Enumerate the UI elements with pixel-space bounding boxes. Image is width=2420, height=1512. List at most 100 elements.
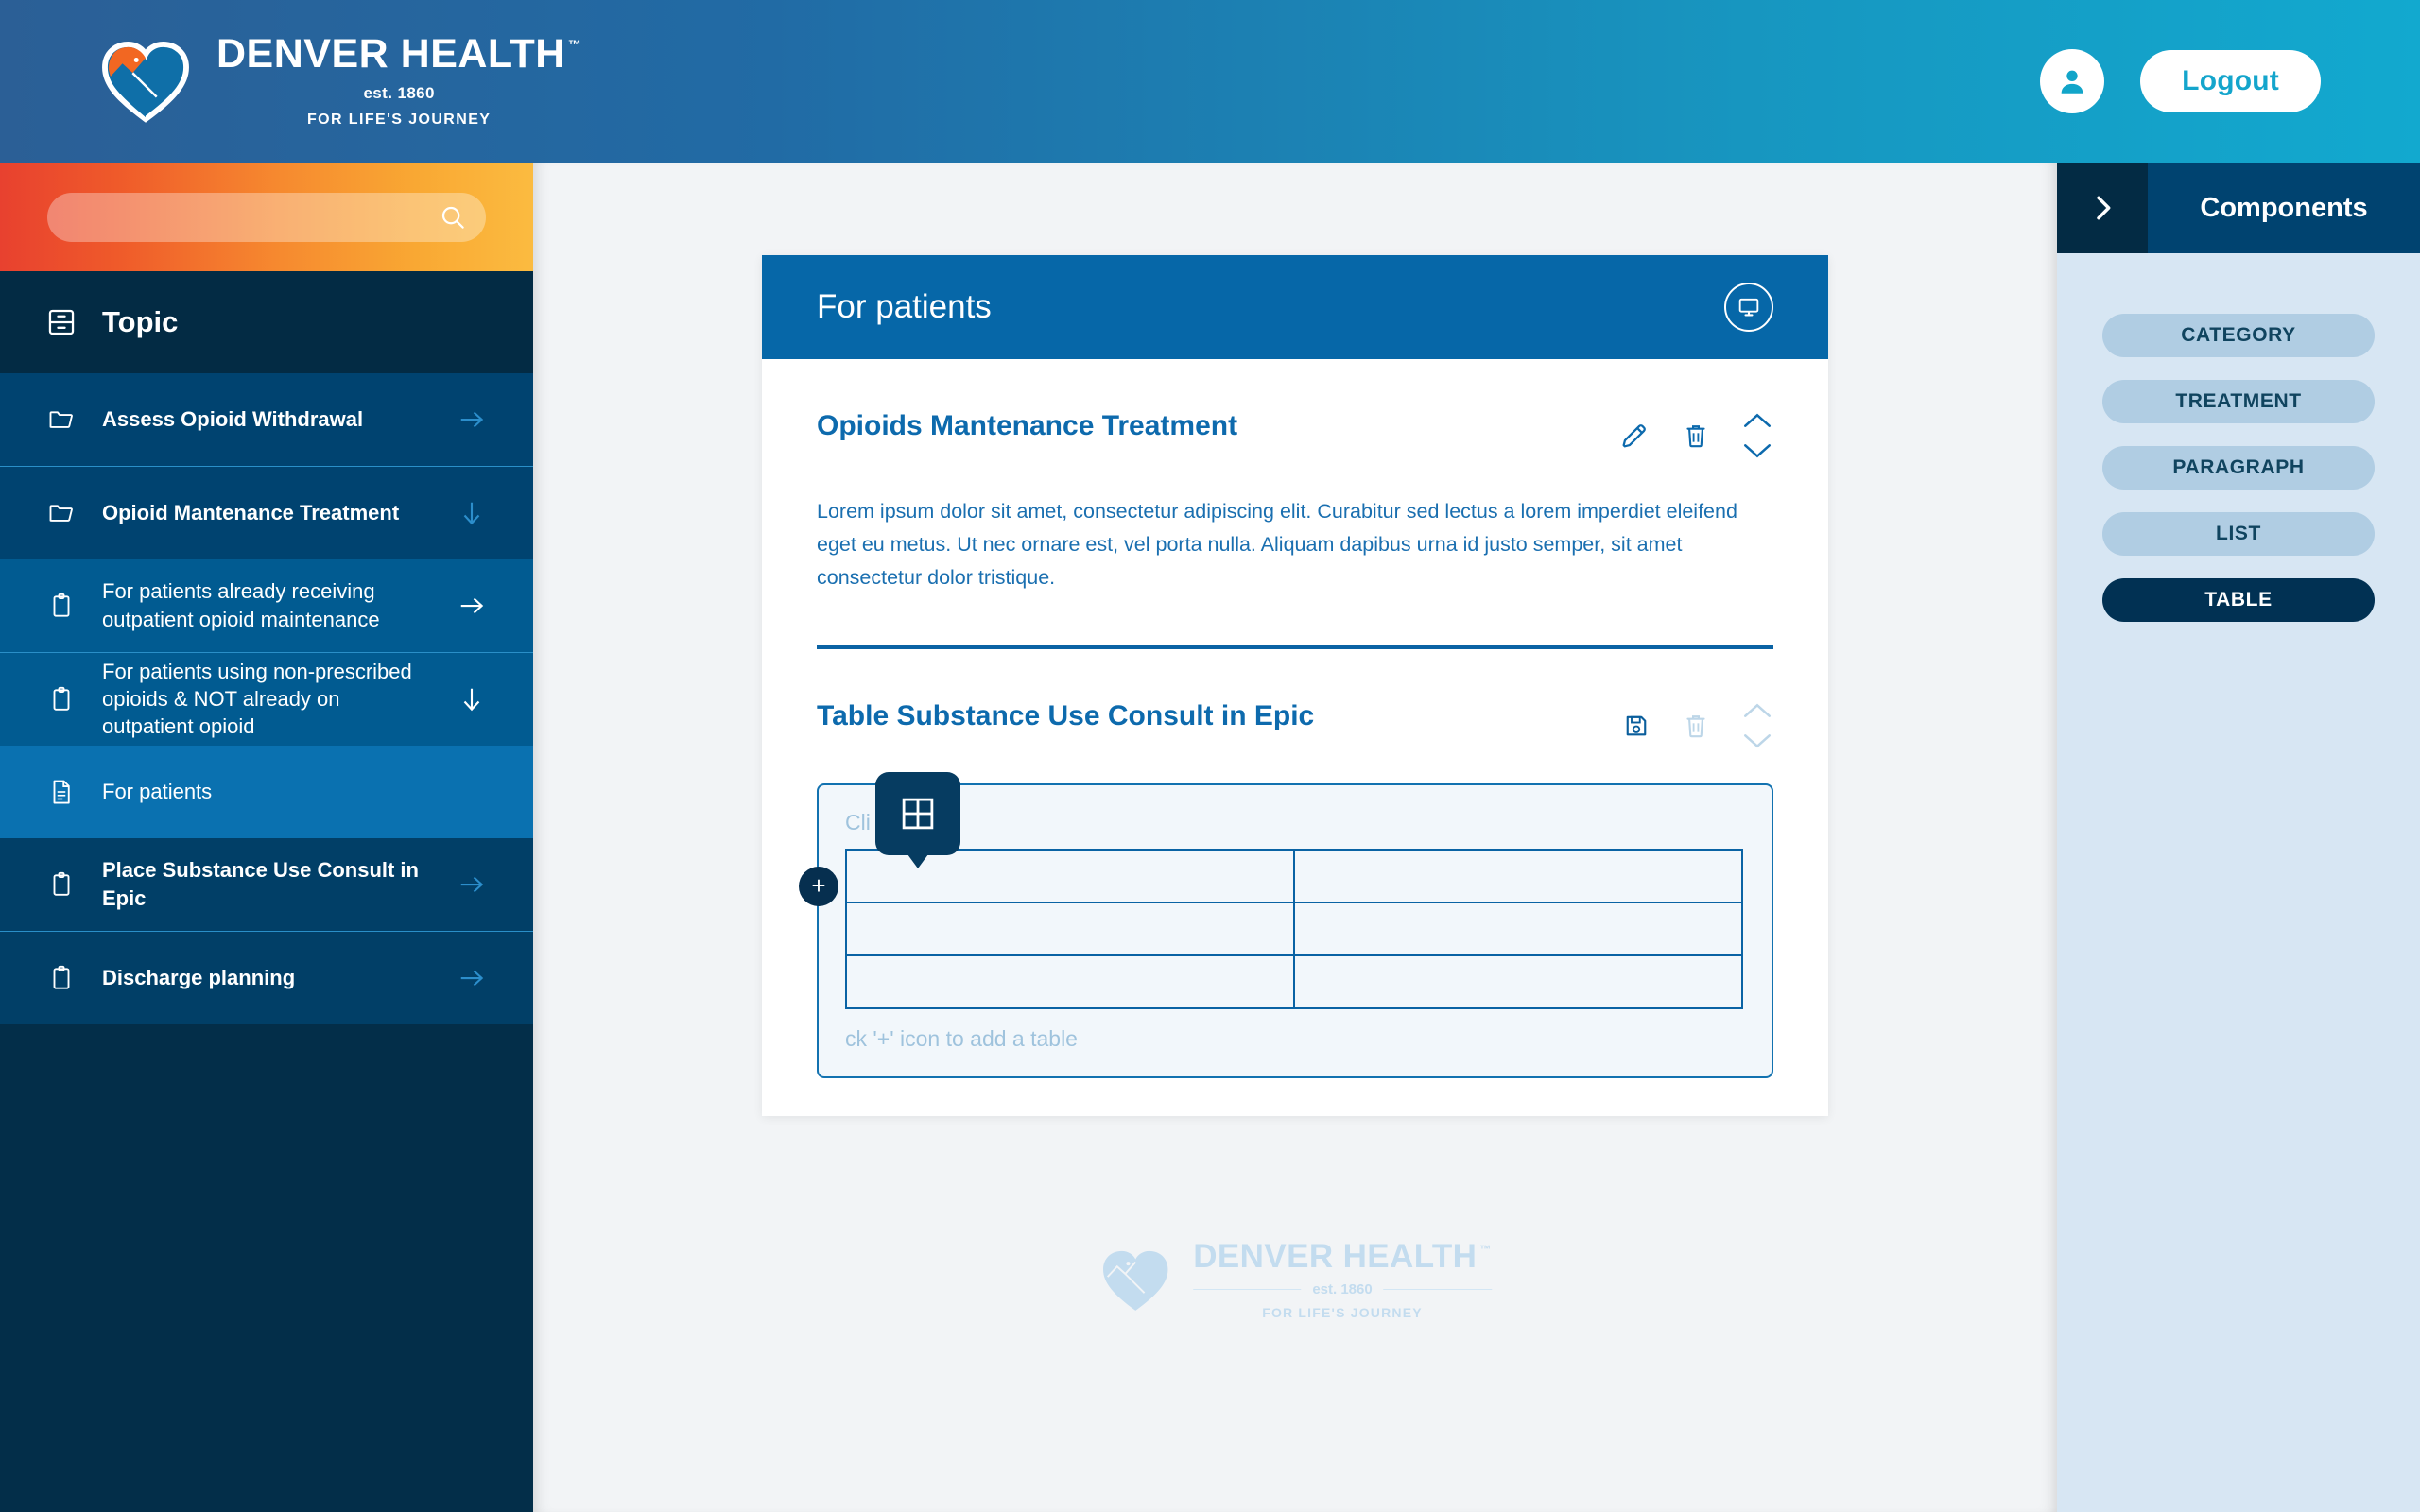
- header-actions: Logout: [2040, 49, 2420, 113]
- table-cell[interactable]: [1293, 849, 1743, 904]
- pencil-edit-icon[interactable]: [1618, 420, 1651, 452]
- main-content-area: For patients Opioids Mantenance Treatmen…: [533, 163, 2057, 1512]
- trash-delete-icon[interactable]: [1681, 421, 1711, 451]
- block-title: Opioids Mantenance Treatment: [817, 410, 1238, 441]
- left-sidebar: Topic Assess Opioid Withdrawal Opioid Ma…: [0, 163, 533, 1512]
- block-header: Opioids Mantenance Treatment: [817, 410, 1773, 459]
- arrow-right-icon[interactable]: [456, 592, 488, 620]
- arrow-right-icon[interactable]: [456, 964, 488, 992]
- table-cell[interactable]: [1293, 902, 1743, 957]
- arrow-down-icon[interactable]: [456, 499, 488, 527]
- components-panel: Components CATEGORY TREATMENT PARAGRAPH …: [2057, 163, 2420, 1512]
- user-icon: [2061, 70, 2083, 94]
- card-header: For patients: [762, 255, 1828, 359]
- rule-right: [1383, 1289, 1492, 1290]
- table-cell[interactable]: [1293, 954, 1743, 1010]
- watermark-established: est. 1860: [1193, 1281, 1492, 1297]
- table-cell[interactable]: [845, 902, 1295, 957]
- folder-icon: [45, 499, 78, 527]
- trash-delete-icon: [1681, 711, 1711, 741]
- topic-header-label: Topic: [102, 305, 179, 338]
- logout-button[interactable]: Logout: [2140, 50, 2321, 112]
- denver-health-heart-icon: [1103, 1250, 1168, 1311]
- component-chip-paragraph[interactable]: PARAGRAPH: [2102, 446, 2375, 490]
- sidebar-item-label: Discharge planning: [102, 965, 296, 989]
- content-block-table: Table Substance Use Consult in Epic + Cl…: [762, 649, 1828, 1079]
- clipboard-icon: [45, 964, 78, 992]
- panel-title: Components: [2200, 192, 2368, 223]
- search-icon[interactable]: [439, 203, 467, 232]
- denver-health-heart-icon: [102, 41, 189, 123]
- brand-logo: DENVER HEALTH ™ est. 1860 FOR LIFE'S JOU…: [0, 34, 582, 129]
- table-dropzone[interactable]: + Cli ck '+' icon to add a table: [799, 772, 1773, 1079]
- brand-name: DENVER HEALTH ™: [216, 34, 581, 75]
- table-grid-icon: [902, 799, 934, 830]
- move-up-down-icon[interactable]: [1741, 412, 1773, 459]
- sidebar-item-opioid-mantenance-treatment[interactable]: Opioid Mantenance Treatment: [0, 467, 533, 559]
- table-row: [845, 954, 1743, 1010]
- table-cell[interactable]: [845, 954, 1295, 1010]
- sidebar-item-for-patients-already-receiving[interactable]: For patients already receiving outpatien…: [0, 559, 533, 652]
- table-row: [845, 902, 1743, 957]
- watermark-name: DENVER HEALTH ™: [1193, 1240, 1492, 1273]
- block-title: Table Substance Use Consult in Epic: [817, 700, 1315, 732]
- monitor-preview-button[interactable]: [1724, 283, 1773, 332]
- watermark-est-text: est. 1860: [1312, 1281, 1373, 1297]
- chevron-right-icon: [2097, 196, 2111, 220]
- component-chip-list[interactable]: LIST: [2102, 512, 2375, 556]
- archive-cabinet-icon: [48, 309, 75, 335]
- sidebar-item-label: For patients: [102, 779, 213, 803]
- topic-card: For patients Opioids Mantenance Treatmen…: [762, 255, 1828, 1117]
- page-title: For patients: [817, 288, 992, 325]
- components-panel-header: Components: [2057, 163, 2420, 253]
- block-toolbar: [1618, 410, 1773, 459]
- clipboard-icon: [45, 685, 78, 713]
- arrow-right-icon[interactable]: [456, 405, 488, 434]
- clipboard-icon: [45, 592, 78, 620]
- move-up-down-icon: [1741, 702, 1773, 749]
- components-chip-list: CATEGORY TREATMENT PARAGRAPH LIST TABLE: [2057, 253, 2420, 622]
- sidebar-search-bar: [0, 163, 533, 271]
- sidebar-item-for-patients-non-prescribed[interactable]: For patients using non-prescribed opioid…: [0, 653, 533, 746]
- brand-est-text: est. 1860: [363, 84, 435, 102]
- folder-icon: [45, 405, 78, 434]
- rule-left: [1193, 1289, 1302, 1290]
- save-disk-icon[interactable]: [1622, 712, 1651, 740]
- sidebar-item-label: Assess Opioid Withdrawal: [102, 406, 364, 431]
- document-icon: [45, 778, 78, 806]
- sidebar-item-assess-opioid-withdrawal[interactable]: Assess Opioid Withdrawal: [0, 373, 533, 466]
- watermark-tagline: FOR LIFE'S JOURNEY: [1262, 1305, 1423, 1320]
- clipboard-icon: [45, 870, 78, 899]
- sidebar-item-for-patients[interactable]: For patients: [0, 746, 533, 838]
- component-chip-table[interactable]: TABLE: [2102, 578, 2375, 622]
- sidebar-item-label: Opioid Mantenance Treatment: [102, 500, 400, 524]
- add-table-button[interactable]: +: [799, 867, 838, 907]
- sidebar-item-label: For patients already receiving outpatien…: [102, 579, 380, 631]
- table-row: [845, 849, 1743, 904]
- sidebar-item-discharge-planning[interactable]: Discharge planning: [0, 932, 533, 1024]
- component-chip-treatment[interactable]: TREATMENT: [2102, 380, 2375, 423]
- arrow-down-icon[interactable]: [456, 685, 488, 713]
- table-placeholder: [845, 849, 1743, 1010]
- content-block-paragraph: Opioids Mantenance Treatment Lorem ipsum…: [762, 359, 1828, 650]
- panel-title-bar: Components: [2148, 163, 2420, 253]
- block-toolbar: [1622, 700, 1773, 749]
- search-field[interactable]: [47, 192, 486, 242]
- block-header: Table Substance Use Consult in Epic: [817, 700, 1773, 749]
- monitor-icon: [1738, 298, 1759, 317]
- dropzone-hint-top: Cli: [845, 810, 871, 835]
- app-header: DENVER HEALTH ™ est. 1860 FOR LIFE'S JOU…: [0, 0, 2420, 163]
- component-chip-category[interactable]: CATEGORY: [2102, 314, 2375, 357]
- arrow-right-icon[interactable]: [456, 870, 488, 899]
- block-paragraph-text: Lorem ipsum dolor sit amet, consectetur …: [817, 500, 1737, 589]
- sidebar-item-place-substance-use-consult[interactable]: Place Substance Use Consult in Epic: [0, 838, 533, 931]
- panel-collapse-button[interactable]: [2057, 163, 2148, 253]
- trademark-symbol: ™: [567, 37, 582, 52]
- search-input[interactable]: [66, 204, 439, 230]
- sidebar-item-label: Place Substance Use Consult in Epic: [102, 858, 419, 910]
- user-account-button[interactable]: [2040, 49, 2105, 113]
- brand-name-text: DENVER HEALTH: [216, 31, 565, 77]
- sidebar-topic-header: Topic: [0, 271, 533, 373]
- table-grid-tooltip: [875, 772, 960, 869]
- trademark-symbol: ™: [1479, 1243, 1492, 1256]
